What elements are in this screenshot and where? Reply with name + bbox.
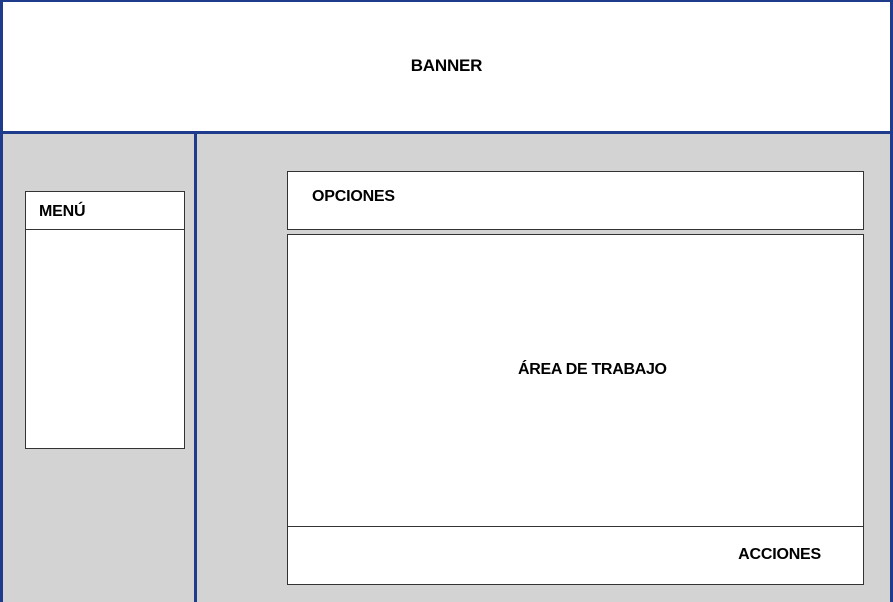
main-region: OPCIONES ÁREA DE TRABAJO ACCIONES (197, 134, 890, 602)
menu-box: MENÚ (25, 191, 185, 449)
actions-bar: ACCIONES (288, 526, 863, 584)
page-frame: BANNER MENÚ OPCIONES ÁREA DE TRABAJO ACC… (0, 0, 893, 602)
actions-label: ACCIONES (738, 546, 821, 563)
options-label: OPCIONES (312, 188, 395, 205)
sidebar-region: MENÚ (3, 134, 197, 602)
options-box: OPCIONES (287, 171, 864, 230)
work-area-label: ÁREA DE TRABAJO (518, 361, 667, 378)
banner-label: BANNER (410, 56, 483, 75)
menu-header: MENÚ (26, 192, 184, 230)
banner-region: BANNER (3, 2, 890, 134)
menu-label: MENÚ (39, 203, 86, 220)
work-area-box: ÁREA DE TRABAJO ACCIONES (287, 234, 864, 585)
